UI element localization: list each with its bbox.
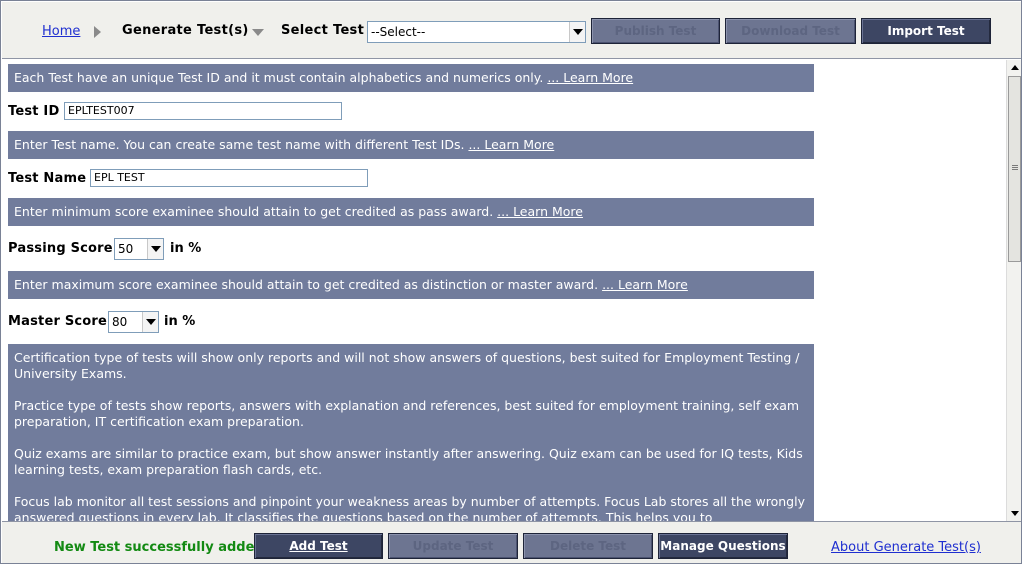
app-window: Home Generate Test(s) Select Test --Sele… <box>0 0 1022 564</box>
test-id-label: Test ID <box>8 104 60 119</box>
test-id-field[interactable]: EPLTEST007 <box>64 102 342 120</box>
add-test-button[interactable]: Add Test <box>254 533 383 559</box>
bottom-toolbar: New Test successfully added. Add Test Up… <box>2 521 1021 563</box>
manage-questions-button[interactable]: Manage Questions <box>658 533 788 559</box>
learn-more-link[interactable]: ... Learn More <box>602 277 688 292</box>
scrollbar-thumb[interactable] <box>1008 76 1021 262</box>
status-message: New Test successfully added. <box>54 540 269 555</box>
passing-score-select[interactable]: 50 <box>114 238 164 260</box>
master-score-info: Enter maximum score examinee should atta… <box>8 271 814 299</box>
scroll-up-icon[interactable] <box>1008 61 1021 74</box>
page-title: Generate Test(s) <box>122 23 249 38</box>
top-toolbar: Home Generate Test(s) Select Test --Sele… <box>2 2 1021 59</box>
passing-score-value: 50 <box>118 242 134 256</box>
master-score-unit: in % <box>164 314 196 329</box>
test-name-info: Enter Test name. You can create same tes… <box>8 131 814 159</box>
passing-score-unit: in % <box>170 241 202 256</box>
select-test-label: Select Test <box>281 23 365 38</box>
test-type-paragraph: Quiz exams are similar to practice exam,… <box>14 446 803 477</box>
test-type-paragraph: Practice type of tests show reports, ans… <box>14 398 800 429</box>
chevron-down-icon[interactable] <box>252 29 264 36</box>
learn-more-link[interactable]: ... Learn More <box>468 137 554 152</box>
test-type-info: Certification type of tests will show on… <box>8 344 814 521</box>
dropdown-arrow-icon[interactable] <box>147 239 163 259</box>
test-name-label: Test Name <box>8 171 87 186</box>
publish-test-button[interactable]: Publish Test <box>591 18 720 44</box>
download-test-button[interactable]: Download Test <box>725 18 856 44</box>
select-test-value: --Select-- <box>371 25 426 39</box>
dropdown-arrow-icon[interactable] <box>142 312 158 332</box>
update-test-button[interactable]: Update Test <box>388 533 518 559</box>
dropdown-arrow-icon[interactable] <box>569 22 585 42</box>
breadcrumb-arrow-icon <box>94 26 101 38</box>
about-generate-tests-link[interactable]: About Generate Test(s) <box>831 540 981 555</box>
passing-score-label: Passing Score <box>8 241 113 256</box>
learn-more-link[interactable]: ... Learn More <box>497 204 583 219</box>
master-score-select[interactable]: 80 <box>108 311 159 333</box>
test-id-info: Each Test have an unique Test ID and it … <box>8 64 814 92</box>
test-type-paragraph: Focus lab monitor all test sessions and … <box>14 494 805 521</box>
test-type-paragraph: Certification type of tests will show on… <box>14 350 800 381</box>
import-test-button[interactable]: Import Test <box>861 18 991 44</box>
master-score-label: Master Score <box>8 314 108 329</box>
test-name-field[interactable]: EPL TEST <box>90 169 368 187</box>
scroll-down-icon[interactable] <box>1008 507 1021 520</box>
form-content: Each Test have an unique Test ID and it … <box>2 60 1006 521</box>
master-score-value: 80 <box>112 315 128 329</box>
select-test-dropdown[interactable]: --Select-- <box>367 21 586 43</box>
delete-test-button[interactable]: Delete Test <box>523 533 653 559</box>
home-link[interactable]: Home <box>42 24 80 39</box>
vertical-scrollbar[interactable] <box>1006 60 1021 521</box>
learn-more-link[interactable]: ... Learn More <box>547 70 633 85</box>
passing-score-info: Enter minimum score examinee should atta… <box>8 198 814 226</box>
